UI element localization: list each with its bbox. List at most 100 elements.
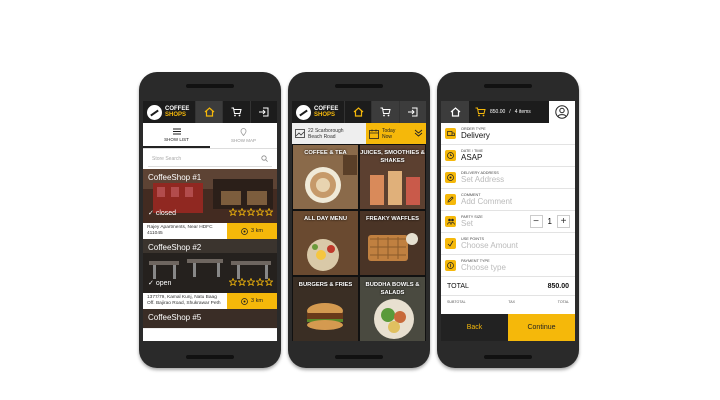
category-tile[interactable]: FREAKY WAFFLES: [359, 210, 426, 276]
screen-categories: COFFEE SHOPS 22 Scarborough Beach Road T…: [292, 101, 426, 341]
cart-button[interactable]: [222, 101, 249, 123]
cart-button[interactable]: [371, 101, 399, 123]
location-line1: 22 Scarborough: [308, 127, 344, 134]
star-icon: [256, 278, 264, 286]
search-placeholder: Store Search: [152, 155, 182, 162]
comment-field[interactable]: COMMENT Add Comment: [441, 189, 575, 211]
map-icon: [295, 129, 305, 138]
bean-icon: [296, 104, 311, 120]
category-tile[interactable]: ALL DAY MENU: [292, 210, 359, 276]
home-button[interactable]: [195, 101, 223, 123]
shop-name: CoffeeShop #1: [148, 173, 202, 182]
login-button[interactable]: [249, 101, 277, 123]
clock-icon: [445, 150, 456, 161]
star-icon: [265, 208, 273, 216]
calendar-icon: [369, 129, 379, 139]
delivery-address-field[interactable]: DELIVERY ADDRESS Set Address: [441, 167, 575, 189]
speaker: [186, 355, 234, 359]
party-size-quantity: 1: [547, 217, 552, 226]
order-type-field[interactable]: ORDER TYPE Delivery: [441, 123, 575, 145]
search-icon: [261, 155, 268, 162]
back-button[interactable]: Back: [441, 314, 508, 341]
chevron-down-icon: [414, 129, 423, 137]
field-placeholder: Add Comment: [461, 197, 513, 206]
speaker: [484, 355, 532, 359]
continue-button[interactable]: Continue: [508, 314, 575, 341]
when-line2: Now: [382, 133, 393, 140]
category-tile[interactable]: COFFEE & TEA: [292, 144, 359, 210]
home-icon: [450, 107, 460, 117]
category-tile[interactable]: BURGERS & FRIES: [292, 276, 359, 341]
speaker: [335, 355, 383, 359]
tab-show-map[interactable]: SHOW MAP: [210, 123, 277, 148]
field-placeholder: Set Address: [461, 175, 505, 184]
tab-label: SHOW MAP: [230, 138, 256, 143]
star-icon: [265, 278, 273, 286]
cart-separator: /: [509, 109, 511, 115]
store-search-input[interactable]: Store Search: [148, 151, 272, 167]
top-bar: COFFEE SHOPS: [292, 101, 426, 123]
field-placeholder: Choose type: [461, 263, 506, 272]
time-selector[interactable]: Today Now: [366, 123, 426, 144]
home-button[interactable]: [344, 101, 371, 123]
cart-summary[interactable]: 850.00 / 4 items: [469, 101, 549, 123]
total-value: 850.00: [547, 283, 569, 290]
speaker: [484, 84, 532, 88]
tab-label: SHOW LIST: [164, 136, 189, 142]
speaker: [186, 84, 234, 88]
category-tile[interactable]: BUDDHA BOWLS & SALADS: [359, 276, 426, 341]
phone-categories: COFFEE SHOPS 22 Scarborough Beach Road T…: [288, 72, 430, 368]
category-grid: COFFEE & TEA JUICES, SMOOTHIES & SHAKES …: [292, 144, 426, 341]
category-label: BUDDHA BOWLS & SALADS: [365, 282, 420, 296]
shop-status: ✓ open: [148, 280, 172, 287]
login-icon: [259, 107, 269, 117]
login-button[interactable]: [398, 101, 426, 123]
star-icon: [247, 208, 255, 216]
category-tile[interactable]: JUICES, SMOOTHIES & SHAKES: [359, 144, 426, 210]
shop-card[interactable]: CoffeeShop #5: [143, 309, 277, 329]
phone-list: COFFEE SHOPS SHOW LIST SHOW MAP Store Se…: [139, 72, 281, 368]
location-icon: [241, 227, 248, 235]
shop-card[interactable]: CoffeeShop #2 ✓ open 1377/79, Kamal Kunj…: [143, 239, 277, 309]
rating-stars: [229, 278, 273, 286]
field-placeholder: Set: [461, 219, 474, 228]
truck-icon: [445, 128, 456, 139]
shop-address: Rajey Apartments, Near HDFC 411045: [143, 223, 227, 239]
star-icon: [229, 278, 237, 286]
tab-show-list[interactable]: SHOW LIST: [143, 123, 210, 148]
field-placeholder: Choose Amount: [461, 241, 518, 250]
home-icon: [353, 107, 364, 117]
screen-list: COFFEE SHOPS SHOW LIST SHOW MAP Store Se…: [143, 101, 277, 341]
location-selector[interactable]: 22 Scarborough Beach Road: [292, 123, 366, 144]
rating-stars: [229, 208, 273, 216]
shop-card[interactable]: CoffeeShop #1 ✓ closed Rajey Apartments,…: [143, 169, 277, 239]
decrement-button[interactable]: −: [529, 215, 543, 228]
home-button[interactable]: [441, 101, 469, 123]
location-line2: Beach Road: [308, 133, 336, 140]
top-bar: COFFEE SHOPS: [143, 101, 277, 123]
star-icon: [238, 278, 246, 286]
date-time-field[interactable]: DATE / TIME ASAP: [441, 145, 575, 167]
shop-name: CoffeeShop #5: [148, 313, 202, 322]
shop-distance: 3 km: [227, 293, 277, 309]
category-label: ALL DAY MENU: [303, 216, 348, 222]
star-icon: [229, 208, 237, 216]
people-icon: [445, 216, 456, 227]
speaker: [335, 84, 383, 88]
category-label: BURGERS & FRIES: [298, 282, 353, 288]
points-icon: [445, 238, 456, 249]
category-label: FREAKY WAFFLES: [365, 216, 420, 222]
use-points-field[interactable]: USE POINTS Choose Amount: [441, 233, 575, 255]
payment-type-field[interactable]: PAYMENT TYPE Choose type: [441, 255, 575, 277]
order-top-bar: 850.00 / 4 items: [441, 101, 575, 123]
star-icon: [256, 208, 264, 216]
category-label: JUICES, SMOOTHIES & SHAKES: [360, 150, 425, 164]
login-icon: [408, 107, 418, 117]
field-value: Delivery: [461, 131, 490, 140]
brand-logo: COFFEE SHOPS: [143, 101, 195, 123]
increment-button[interactable]: +: [557, 215, 570, 228]
screen-order: 850.00 / 4 items ORDER TYPE Delivery DATE…: [441, 101, 575, 341]
profile-button[interactable]: [549, 101, 575, 123]
cart-amount: 850.00: [490, 109, 506, 115]
star-icon: [238, 208, 246, 216]
